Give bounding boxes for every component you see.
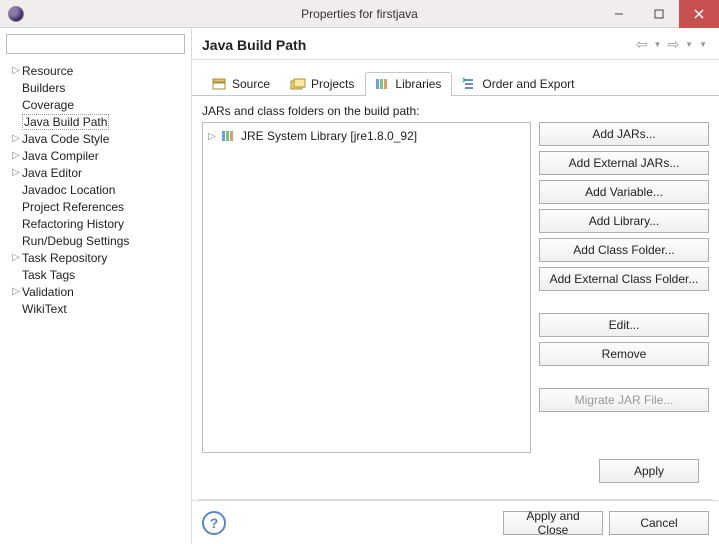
filter-box (6, 34, 185, 54)
sidebar-item-task-tags[interactable]: ▷Task Tags (0, 266, 191, 283)
apply-row: Apply (202, 453, 709, 489)
view-menu-icon[interactable]: ▼ (697, 40, 709, 49)
sidebar-item-wikitext[interactable]: ▷WikiText (0, 300, 191, 317)
window-title: Properties for firstjava (301, 7, 418, 21)
dialog-body: ▷Resource▷Builders▷Coverage▷Java Build P… (0, 28, 719, 544)
sidebar-item-coverage[interactable]: ▷Coverage (0, 96, 191, 113)
order-icon (461, 76, 477, 92)
add-external-class-folder-button[interactable]: Add External Class Folder... (539, 267, 709, 291)
sidebar-item-label: Run/Debug Settings (22, 234, 129, 248)
tab-label: Order and Export (482, 77, 574, 91)
tab-label: Projects (311, 77, 354, 91)
content-row: ▷ JRE System Library [jre1.8.0_92] Add JA… (202, 122, 709, 453)
sidebar-item-label: Java Code Style (22, 132, 109, 146)
add-class-folder-button[interactable]: Add Class Folder... (539, 238, 709, 262)
sidebar-item-java-editor[interactable]: ▷Java Editor (0, 164, 191, 181)
add-external-jars-button[interactable]: Add External JARs... (539, 151, 709, 175)
footer: ? Apply and Close Cancel (192, 500, 719, 544)
sidebar-item-task-repository[interactable]: ▷Task Repository (0, 249, 191, 266)
library-label: JRE System Library [jre1.8.0_92] (241, 129, 417, 143)
sidebar-item-project-references[interactable]: ▷Project References (0, 198, 191, 215)
sidebar-item-run-debug-settings[interactable]: ▷Run/Debug Settings (0, 232, 191, 249)
close-button[interactable] (679, 0, 719, 28)
sidebar-item-label: Task Tags (22, 268, 75, 282)
apply-and-close-button[interactable]: Apply and Close (503, 511, 603, 535)
sidebar-item-label: Project References (22, 200, 124, 214)
buttons-column: Add JARs... Add External JARs... Add Var… (539, 122, 709, 453)
tab-projects[interactable]: Projects (281, 72, 365, 96)
tab-libraries[interactable]: Libraries (365, 72, 452, 96)
page-title: Java Build Path (202, 37, 634, 53)
expand-icon[interactable]: ▷ (10, 133, 22, 144)
tab-label: Source (232, 77, 270, 91)
library-icon (221, 129, 237, 143)
filter-input[interactable] (10, 36, 181, 52)
sidebar-item-label: Coverage (22, 98, 74, 112)
page-header: Java Build Path ⇦ ▼ ⇨ ▼ ▼ (192, 28, 719, 60)
expand-icon[interactable]: ▷ (10, 286, 22, 297)
sidebar-item-label: Builders (22, 81, 65, 95)
tabs-bar: Source Projects Libraries Order and Export (192, 60, 719, 96)
sidebar-item-label: Javadoc Location (22, 183, 115, 197)
projects-icon (290, 76, 306, 92)
page-nav: ⇦ ▼ ⇨ ▼ ▼ (634, 36, 709, 53)
title-bar: Properties for firstjava (0, 0, 719, 28)
expand-icon[interactable]: ▷ (207, 131, 217, 142)
expand-icon[interactable]: ▷ (10, 252, 22, 263)
libraries-list[interactable]: ▷ JRE System Library [jre1.8.0_92] (202, 122, 531, 453)
eclipse-icon (8, 6, 24, 22)
sidebar-item-javadoc-location[interactable]: ▷Javadoc Location (0, 181, 191, 198)
add-jars-button[interactable]: Add JARs... (539, 122, 709, 146)
tab-label: Libraries (395, 77, 441, 91)
sidebar-item-label: Java Compiler (22, 149, 99, 163)
sidebar: ▷Resource▷Builders▷Coverage▷Java Build P… (0, 28, 192, 544)
window-buttons (599, 0, 719, 28)
main-panel: Java Build Path ⇦ ▼ ⇨ ▼ ▼ Source Projects… (192, 28, 719, 544)
sidebar-item-resource[interactable]: ▷Resource (0, 62, 191, 79)
expand-icon[interactable]: ▷ (10, 150, 22, 161)
add-library-button[interactable]: Add Library... (539, 209, 709, 233)
expand-icon[interactable]: ▷ (10, 65, 22, 76)
sidebar-item-label: WikiText (22, 302, 67, 316)
back-menu-icon[interactable]: ▼ (652, 40, 664, 49)
sidebar-item-java-code-style[interactable]: ▷Java Code Style (0, 130, 191, 147)
sidebar-item-label: Refactoring History (22, 217, 124, 231)
library-item[interactable]: ▷ JRE System Library [jre1.8.0_92] (207, 127, 526, 145)
sidebar-item-label: Java Editor (22, 166, 82, 180)
category-tree[interactable]: ▷Resource▷Builders▷Coverage▷Java Build P… (0, 60, 191, 544)
sidebar-item-builders[interactable]: ▷Builders (0, 79, 191, 96)
cancel-button[interactable]: Cancel (609, 511, 709, 535)
tab-content: JARs and class folders on the build path… (192, 96, 719, 499)
content-description: JARs and class folders on the build path… (202, 104, 709, 118)
source-icon (211, 76, 227, 92)
sidebar-item-java-compiler[interactable]: ▷Java Compiler (0, 147, 191, 164)
sidebar-item-label: Resource (22, 64, 73, 78)
remove-button[interactable]: Remove (539, 342, 709, 366)
expand-icon[interactable]: ▷ (10, 167, 22, 178)
sidebar-item-java-build-path[interactable]: ▷Java Build Path (0, 113, 191, 130)
migrate-jar-button[interactable]: Migrate JAR File... (539, 388, 709, 412)
minimize-button[interactable] (599, 0, 639, 28)
maximize-button[interactable] (639, 0, 679, 28)
tab-order-and-export[interactable]: Order and Export (452, 72, 585, 96)
sidebar-item-label: Java Build Path (22, 114, 109, 130)
sidebar-item-validation[interactable]: ▷Validation (0, 283, 191, 300)
back-icon[interactable]: ⇦ (634, 36, 650, 53)
forward-icon[interactable]: ⇨ (665, 36, 681, 53)
tab-source[interactable]: Source (202, 72, 281, 96)
edit-button[interactable]: Edit... (539, 313, 709, 337)
forward-menu-icon[interactable]: ▼ (683, 40, 695, 49)
help-icon[interactable]: ? (202, 511, 226, 535)
sidebar-item-label: Task Repository (22, 251, 107, 265)
sidebar-item-refactoring-history[interactable]: ▷Refactoring History (0, 215, 191, 232)
sidebar-item-label: Validation (22, 285, 74, 299)
libraries-icon (374, 76, 390, 92)
add-variable-button[interactable]: Add Variable... (539, 180, 709, 204)
apply-button[interactable]: Apply (599, 459, 699, 483)
